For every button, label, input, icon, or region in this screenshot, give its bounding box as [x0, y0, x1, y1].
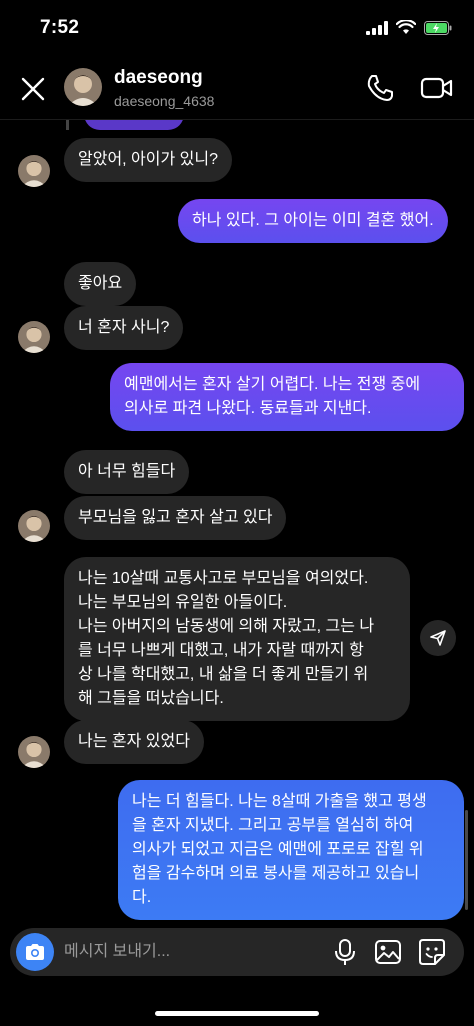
- contact-name[interactable]: daeseong: [114, 67, 203, 89]
- message-received[interactable]: 나는 혼자 있었다: [64, 720, 204, 764]
- gallery-button[interactable]: [374, 938, 402, 966]
- message-received[interactable]: 나는 10살때 교통사고로 부모님을 여의었다. 나는 부모님의 유일한 아들이…: [64, 557, 410, 721]
- close-icon: [21, 77, 45, 101]
- send-arrow-icon: [430, 630, 446, 646]
- message-received[interactable]: 알았어, 아이가 있니?: [64, 138, 232, 182]
- video-camera-icon: [420, 77, 453, 99]
- gallery-icon: [375, 940, 401, 964]
- message-input[interactable]: [64, 940, 314, 964]
- scrollbar[interactable]: [465, 810, 468, 910]
- status-time: 7:52: [40, 17, 80, 38]
- voice-message-button[interactable]: [332, 938, 358, 966]
- message-received[interactable]: 너 혼자 사니?: [64, 306, 184, 350]
- sticker-icon: [419, 939, 445, 965]
- profile-photo-icon: [18, 321, 50, 353]
- chat-header: daeseong daeseong_4638: [0, 58, 474, 120]
- contact-username[interactable]: daeseong_4638: [114, 93, 214, 109]
- phone-icon: [367, 75, 393, 101]
- camera-icon: [26, 944, 44, 960]
- home-indicator[interactable]: [155, 1011, 319, 1016]
- video-call-button[interactable]: [420, 72, 454, 104]
- profile-photo-icon: [64, 68, 102, 106]
- share-button[interactable]: [420, 620, 456, 656]
- status-icons: [366, 20, 452, 35]
- avatar[interactable]: [18, 155, 50, 187]
- close-button[interactable]: [18, 74, 48, 104]
- avatar[interactable]: [18, 736, 50, 768]
- message-composer: [10, 928, 464, 976]
- avatar[interactable]: [64, 68, 102, 106]
- profile-photo-icon: [18, 155, 50, 187]
- previous-message-bubble[interactable]: [84, 120, 184, 130]
- reply-line: [66, 120, 69, 130]
- voice-call-button[interactable]: [364, 72, 396, 104]
- message-sent[interactable]: 나는 더 힘들다. 나는 8살때 가출을 했고 평생 을 혼자 지냈다. 그리고…: [118, 780, 464, 920]
- message-thread[interactable]: 알았어, 아이가 있니? 하나 있다. 그 아이는 이미 결혼 했어. 좋아요 …: [0, 120, 474, 928]
- camera-button[interactable]: [16, 933, 54, 971]
- avatar[interactable]: [18, 510, 50, 542]
- message-received[interactable]: 아 너무 힘들다: [64, 450, 190, 494]
- message-sent[interactable]: 예맨에서는 혼자 살기 어렵다. 나는 전쟁 중에 의사로 파견 나왔다. 동료…: [110, 363, 464, 431]
- status-bar: 7:52: [0, 0, 474, 58]
- message-sent[interactable]: 하나 있다. 그 아이는 이미 결혼 했어.: [178, 199, 448, 243]
- wifi-icon: [396, 20, 416, 34]
- cellular-signal-icon: [366, 20, 388, 35]
- battery-charging-icon: [424, 20, 452, 35]
- avatar[interactable]: [18, 321, 50, 353]
- message-received[interactable]: 부모님을 잃고 혼자 살고 있다: [64, 496, 287, 540]
- profile-photo-icon: [18, 510, 50, 542]
- message-received[interactable]: 좋아요: [64, 262, 137, 306]
- microphone-icon: [335, 939, 355, 965]
- sticker-button[interactable]: [418, 938, 446, 966]
- profile-photo-icon: [18, 736, 50, 768]
